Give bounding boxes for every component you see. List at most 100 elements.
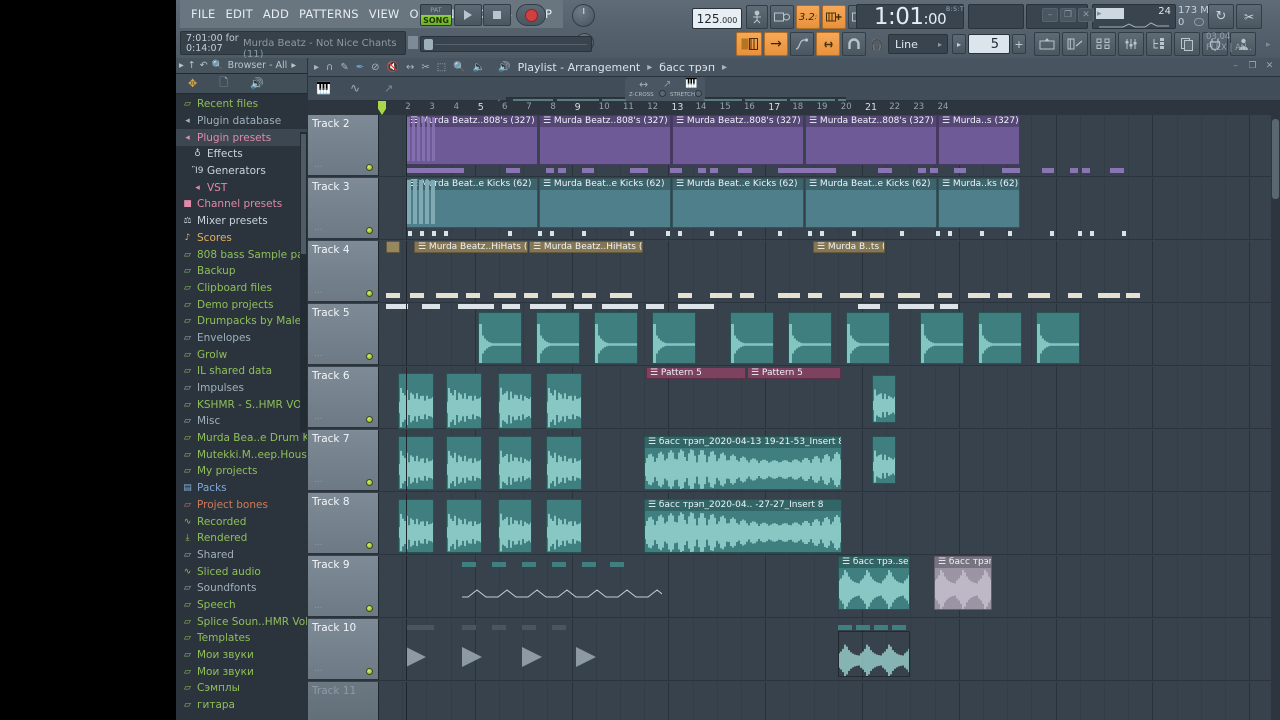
multilink-button[interactable]: 3.2: [796, 5, 820, 29]
clip[interactable]: ☰ Murda Beat..e Kicks (62) [672, 178, 804, 228]
clip[interactable] [398, 436, 434, 490]
browser-item-13[interactable]: ▱ Drumpacks by Maleks [176, 313, 307, 330]
song-mode-label[interactable]: SONG [421, 15, 451, 25]
menu-item-add[interactable]: ADD [258, 7, 294, 21]
browser-item-15[interactable]: ▱ Grolw [176, 346, 307, 363]
shuffle-slider[interactable] [420, 36, 592, 52]
zcross-knob[interactable] [659, 90, 666, 97]
play-button[interactable] [454, 4, 482, 26]
playlist-minimize-button[interactable]: – [1229, 61, 1242, 73]
track-lane-10[interactable]: Track 10... [308, 619, 1280, 681]
browser-item-14[interactable]: ▱ Envelopes [176, 330, 307, 347]
draw-tool-icon[interactable]: ✎ [340, 62, 348, 73]
automation-node-icon[interactable]: ↗ [663, 79, 671, 90]
step-sequencer-button[interactable]: → [764, 32, 788, 56]
browser-item-7[interactable]: ⚖ Mixer presets [176, 213, 307, 230]
browser-item-18[interactable]: ▱ KSHMR - S..HMR VOL 2 [176, 396, 307, 413]
track-lane-7[interactable]: Track 7... ☰ басс трэп_2020-04-13 19-21-5… [308, 430, 1280, 492]
playlist-close-button[interactable]: ✕ [1263, 61, 1276, 73]
browser-up-icon[interactable]: ↑ [188, 60, 196, 71]
track-lane-5[interactable]: Track 5... [308, 304, 1280, 366]
stop-button[interactable] [483, 4, 511, 26]
clip[interactable]: ☰ Murda Beatz..808's (327) [805, 115, 937, 165]
clip[interactable]: ☰ Murda Beatz..HiHats (16) [529, 241, 643, 253]
track-enable-led[interactable] [366, 164, 373, 171]
track-header-4[interactable]: Track 4... [308, 241, 378, 302]
clip[interactable] [446, 436, 482, 490]
main-volume-knob[interactable] [572, 4, 595, 27]
track-clips-11[interactable] [378, 682, 1280, 720]
snap-next-button[interactable]: + [1012, 34, 1026, 54]
menu-item-file[interactable]: FILE [186, 7, 220, 21]
track-options[interactable]: ... [314, 223, 323, 233]
clip[interactable] [546, 373, 582, 429]
slip-tool-icon[interactable]: ↔ [406, 62, 414, 73]
pattern-mode-label[interactable]: PAT [421, 5, 451, 15]
record-button[interactable] [516, 4, 546, 26]
browser-item-23[interactable]: ▤ Packs [176, 480, 307, 497]
browser-menu-icon[interactable]: ▸ [291, 60, 296, 71]
clip[interactable] [1036, 312, 1080, 364]
wave-small-icon[interactable]: ∿ [350, 81, 360, 95]
track-clips-4[interactable]: ☰ Murda Beatz..HiHats (16)☰ Murda Beatz.… [378, 241, 1280, 302]
track-options[interactable]: ... [314, 349, 323, 359]
track-clips-2[interactable]: ☰ Murda Beatz..808's (327) ☰ Murda Beatz.… [378, 115, 1280, 176]
typing-keyboard-button[interactable] [770, 5, 794, 29]
browser-tab-files-icon[interactable]: 🗋 [219, 74, 228, 93]
copy-button[interactable] [1174, 32, 1200, 56]
browser-item-1[interactable]: ◂ Plugin database [176, 113, 307, 130]
mixer-button[interactable] [1090, 32, 1116, 56]
clip[interactable]: ☰ Murda Beatz..808's (327) [539, 115, 671, 165]
browser-item-35[interactable]: ▱ Сэмплы [176, 680, 307, 697]
track-clips-8[interactable]: ☰ басс трэп_2020-04.. -27-27_Insert 8 [378, 493, 1280, 554]
playhead-marker[interactable] [378, 101, 386, 115]
track-header-7[interactable]: Track 7... [308, 430, 378, 491]
browser-item-32[interactable]: ▱ Templates [176, 630, 307, 647]
refresh-button[interactable]: ↻ [1208, 4, 1234, 29]
track-enable-led[interactable] [366, 290, 373, 297]
pitch-tool-button[interactable] [746, 5, 768, 29]
clip[interactable] [478, 312, 522, 364]
stretch-knob[interactable] [695, 90, 702, 97]
browser-item-25[interactable]: ∿ Recorded [176, 513, 307, 530]
browser-item-9[interactable]: ▱ 808 bass Sample pack [176, 246, 307, 263]
clip[interactable] [386, 241, 400, 253]
track-options[interactable]: ... [314, 601, 323, 611]
browser-item-22[interactable]: ▱ My projects [176, 463, 307, 480]
browser-tab-plugins-icon[interactable]: 🔊 [250, 77, 264, 90]
clip[interactable]: ☰ Murda Beatz..808's (327) [406, 115, 538, 165]
project-picker-button[interactable] [1146, 32, 1172, 56]
track-options[interactable]: ... [314, 664, 323, 674]
track-enable-led[interactable] [366, 227, 373, 234]
timeline-ruler[interactable]: 2 3 4 5 6 7 8 9 10 11 12 13 14 15 16 17 18 19 20 21 22 23 24 [308, 101, 1280, 115]
clip[interactable] [546, 436, 582, 490]
delete-tool-icon[interactable]: ⊘ [371, 62, 379, 73]
clip[interactable]: ☰ Murda B..ts (16) [813, 241, 885, 253]
browser-item-4[interactable]: Ἳ9 Generators [176, 163, 307, 180]
browser-item-20[interactable]: ▱ Murda Bea..e Drum Kit [176, 430, 307, 447]
browser-item-29[interactable]: ▱ Soundfonts [176, 580, 307, 597]
browser-tab-all-icon[interactable]: ✥ [188, 77, 197, 90]
snap-value-field[interactable]: 5 [968, 34, 1010, 54]
track-header-2[interactable]: Track 2... [308, 115, 378, 176]
channel-rack-button[interactable] [1034, 32, 1060, 56]
track-enable-led[interactable] [366, 416, 373, 423]
browser-search-icon[interactable]: 🔍 [212, 60, 224, 71]
browser-item-30[interactable]: ▱ Speech [176, 597, 307, 614]
browser-item-17[interactable]: ▱ Impulses [176, 380, 307, 397]
clip[interactable]: ☰ басс трэп [934, 556, 992, 610]
browser-item-21[interactable]: ▱ Mutekki.M..eep.House [176, 446, 307, 463]
more-arrow-icon[interactable]: ▸ [1097, 9, 1102, 19]
track-header-8[interactable]: Track 8... [308, 493, 378, 554]
track-clips-6[interactable]: ☰ Pattern 5 ☰ Pattern 5 [378, 367, 1280, 429]
browser-item-16[interactable]: ▱ IL shared data [176, 363, 307, 380]
paint-tool-icon[interactable]: ✒ [356, 62, 364, 73]
tempo-field[interactable]: 125.000 [692, 8, 742, 29]
track-header-6[interactable]: Track 6... [308, 367, 378, 428]
clip[interactable] [536, 312, 580, 364]
browser-item-24[interactable]: ▱ Project bones [176, 497, 307, 514]
select-tool-icon[interactable]: ⬚ [437, 62, 446, 73]
menu-item-edit[interactable]: EDIT [220, 7, 257, 21]
clip[interactable] [838, 631, 910, 677]
clip[interactable]: ☰ Murda..ks (62) [938, 178, 1020, 228]
